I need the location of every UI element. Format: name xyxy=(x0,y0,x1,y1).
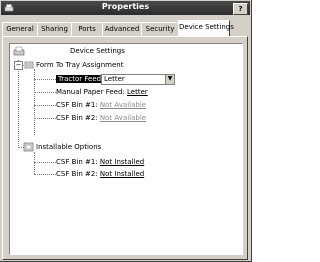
settings-tree[interactable]: Device Settings − Form To Tray Assignmen… xyxy=(9,43,243,255)
tab-ports[interactable]: Ports xyxy=(71,22,103,36)
printer-settings-icon xyxy=(13,46,25,56)
tractor-feed-value: Letter xyxy=(104,75,125,83)
csf-bin-1-option-item[interactable]: CSF Bin #1: Not Installed xyxy=(56,158,144,167)
csf-bin-1-tray-value[interactable]: Not Available xyxy=(100,101,146,109)
installable-options-icon xyxy=(23,142,34,152)
tab-device-settings[interactable]: Device Settings xyxy=(178,20,234,36)
csf-bin-1-tray-label: CSF Bin #1: xyxy=(56,101,98,109)
tree-line xyxy=(34,162,56,163)
form-to-tray-label[interactable]: Form To Tray Assignment xyxy=(36,61,123,70)
tab-general[interactable]: General xyxy=(2,22,38,36)
tree-line xyxy=(18,60,19,148)
tractor-feed-dropdown[interactable]: Letter ▼ xyxy=(101,74,175,85)
tab-security[interactable]: Security xyxy=(141,22,179,36)
csf-bin-2-option-value[interactable]: Not Installed xyxy=(100,170,144,178)
manual-paper-feed-value[interactable]: Letter xyxy=(127,88,148,96)
tray-assignment-icon xyxy=(24,61,34,69)
tractor-feed-label: Tractor Feed: xyxy=(56,75,106,83)
tab-advanced[interactable]: Advanced xyxy=(102,22,142,36)
manual-paper-feed-label: Manual Paper Feed: xyxy=(56,88,125,96)
window-title: Properties xyxy=(101,2,150,11)
csf-bin-2-tray-value[interactable]: Not Available xyxy=(100,114,146,122)
csf-bin-1-option-value[interactable]: Not Installed xyxy=(100,158,144,166)
csf-bin-2-option-label: CSF Bin #2: xyxy=(56,170,98,178)
collapse-form-to-tray-icon[interactable]: − xyxy=(14,61,23,70)
tree-line xyxy=(34,79,56,80)
csf-bin-2-option-item[interactable]: CSF Bin #2: Not Installed xyxy=(56,170,144,179)
tractor-feed-item[interactable]: Tractor Feed: xyxy=(56,75,106,84)
installable-options-label[interactable]: Installable Options xyxy=(36,143,101,152)
properties-window: Properties ? General Sharing Ports Advan… xyxy=(0,0,252,262)
tree-line xyxy=(34,118,56,119)
csf-bin-2-tray-item[interactable]: CSF Bin #2: Not Available xyxy=(56,114,146,123)
tab-sharing[interactable]: Sharing xyxy=(37,22,72,36)
device-settings-panel: Device Settings − Form To Tray Assignmen… xyxy=(2,36,248,260)
tree-root-label: Device Settings xyxy=(70,47,125,55)
dropdown-arrow-icon[interactable]: ▼ xyxy=(165,75,174,84)
tree-line xyxy=(34,92,56,93)
tree-line xyxy=(34,152,35,174)
csf-bin-1-option-label: CSF Bin #1: xyxy=(56,158,98,166)
csf-bin-1-tray-item[interactable]: CSF Bin #1: Not Available xyxy=(56,101,146,110)
tree-line xyxy=(34,174,56,175)
csf-bin-2-tray-label: CSF Bin #2: xyxy=(56,114,98,122)
title-bar[interactable]: Properties ? xyxy=(1,1,250,15)
manual-paper-feed-item[interactable]: Manual Paper Feed: Letter xyxy=(56,88,148,97)
tree-line xyxy=(34,105,56,106)
help-button[interactable]: ? xyxy=(233,3,248,15)
